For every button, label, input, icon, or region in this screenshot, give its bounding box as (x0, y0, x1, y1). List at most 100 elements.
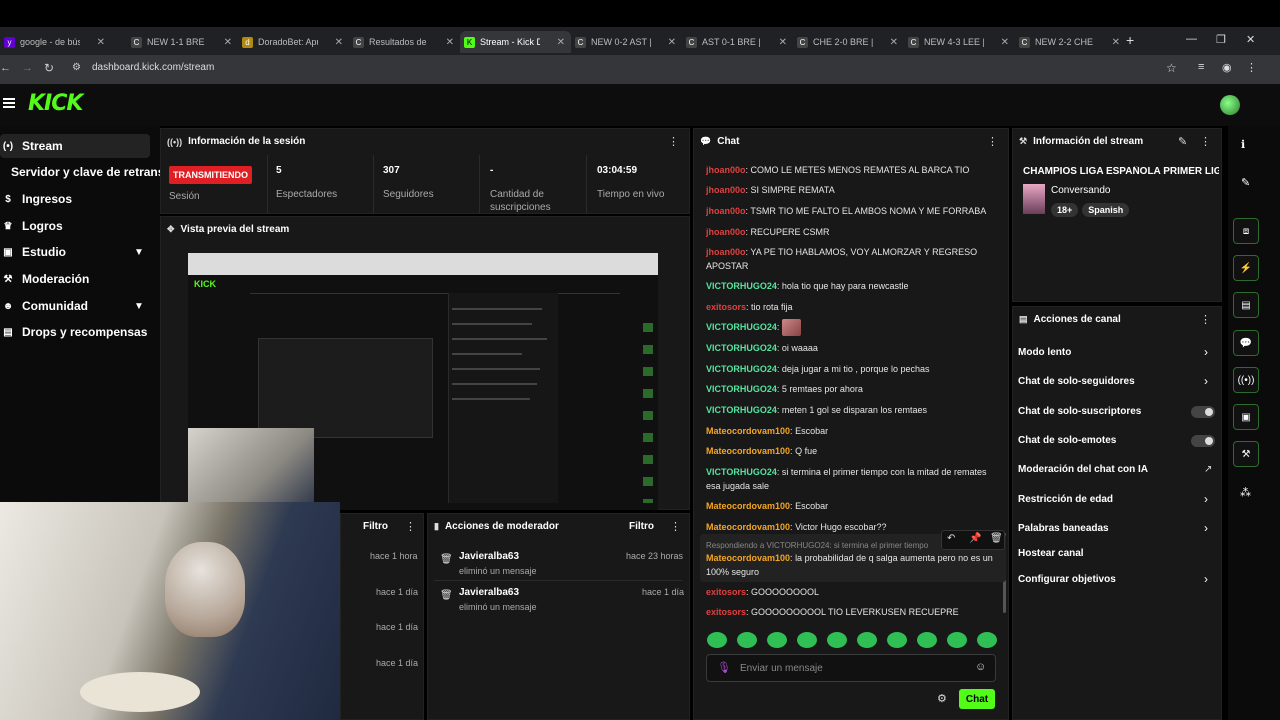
close-icon[interactable]: ✕ (446, 37, 454, 48)
followers-only-item[interactable]: Chat de solo-seguidores (1018, 376, 1135, 387)
chat-username[interactable]: VICTORHUGO24 (706, 467, 777, 477)
browser-tab[interactable]: y google - de búsq ✕ (0, 31, 111, 53)
close-icon[interactable]: ✕ (779, 37, 787, 48)
chat-username[interactable]: jhoan00o (706, 165, 746, 175)
chat-send-button[interactable]: Chat (959, 689, 995, 709)
emote-icon[interactable] (947, 632, 967, 648)
emote-icon[interactable] (917, 632, 937, 648)
more-options-icon[interactable]: ⋮ (405, 520, 416, 533)
chat-username[interactable]: jhoan00o (706, 247, 746, 257)
chat-username[interactable]: VICTORHUGO24 (706, 322, 777, 332)
chat-username[interactable]: Mateocordovam100 (706, 446, 790, 456)
close-icon[interactable]: ✕ (1112, 37, 1120, 48)
sidebar-item-stream[interactable]: (•) Stream (0, 134, 150, 158)
rail-button-capture[interactable]: ⧈ (1233, 218, 1259, 244)
emote-icon[interactable] (767, 632, 787, 648)
rail-button-lightning[interactable]: ⚡ (1233, 255, 1259, 281)
emote-icon[interactable] (707, 632, 727, 648)
emote-icon[interactable] (827, 632, 847, 648)
more-options-icon[interactable]: ⋮ (987, 135, 998, 148)
chevron-right-icon[interactable]: › (1204, 345, 1208, 359)
profile-icon[interactable]: ◉ (1222, 61, 1232, 74)
chevron-right-icon[interactable]: › (1204, 374, 1208, 388)
slow-mode-item[interactable]: Modo lento (1018, 347, 1071, 358)
close-icon[interactable]: ✕ (1001, 37, 1009, 48)
more-options-icon[interactable]: ⋮ (1200, 135, 1211, 148)
minimize-icon[interactable]: — (1186, 33, 1197, 45)
more-tools-icon[interactable]: ⁂ (1240, 486, 1251, 499)
more-options-icon[interactable]: ⋮ (670, 520, 681, 533)
moderator-name[interactable]: Javieralba63 (459, 551, 537, 562)
browser-tab[interactable]: C Resultados de fútb ✕ (349, 31, 460, 53)
rail-button-notes[interactable]: ▤ (1233, 292, 1259, 318)
rail-button-broadcast[interactable]: ((•)) (1233, 367, 1259, 393)
subscribers-only-toggle[interactable] (1191, 406, 1215, 418)
close-icon[interactable]: ✕ (335, 37, 343, 48)
sidebar-item-drops[interactable]: ▤ Drops y recompensas (0, 320, 147, 344)
chat-username[interactable]: Mateocordovam100 (706, 426, 790, 436)
filter-button[interactable]: Filtro (363, 521, 388, 532)
chat-username[interactable]: Mateocordovam100 (706, 553, 790, 563)
new-tab-icon[interactable]: + (1126, 32, 1134, 48)
more-options-icon[interactable]: ⋮ (1200, 313, 1211, 326)
browser-tab[interactable]: C AST 0-1 BRE | Ast ✕ (682, 31, 793, 53)
chat-username[interactable]: VICTORHUGO24 (706, 343, 777, 353)
chat-username[interactable]: jhoan00o (706, 206, 746, 216)
edit-icon[interactable]: ✎ (1178, 135, 1187, 148)
close-icon[interactable]: ✕ (557, 37, 565, 48)
emotes-only-toggle[interactable] (1191, 435, 1215, 447)
bookmark-star-icon[interactable]: ☆ (1166, 61, 1177, 75)
chat-username[interactable]: VICTORHUGO24 (706, 364, 777, 374)
emote-icon[interactable] (797, 632, 817, 648)
chat-settings-icon[interactable]: ⚙ (937, 692, 947, 705)
chat-username[interactable]: exitosors (706, 607, 746, 617)
emote-icon[interactable] (887, 632, 907, 648)
chat-username[interactable]: exitosors (706, 302, 746, 312)
chat-username[interactable]: Mateocordovam100 (706, 522, 790, 532)
close-icon[interactable]: ✕ (97, 37, 105, 48)
browser-tab[interactable]: C NEW 2-2 CHE | Ne ✕ (1015, 31, 1126, 53)
external-link-icon[interactable]: ↗ (1204, 464, 1212, 475)
goals-item[interactable]: Configurar objetivos (1018, 574, 1116, 585)
chat-username[interactable]: VICTORHUGO24 (706, 384, 777, 394)
sidebar-item-ingresos[interactable]: $ Ingresos (0, 187, 72, 211)
reading-list-icon[interactable]: ≡ (1198, 61, 1204, 73)
close-icon[interactable]: ✕ (890, 37, 898, 48)
rail-button-moderation[interactable]: ▣ (1233, 404, 1259, 430)
info-icon[interactable]: ℹ (1241, 138, 1245, 151)
banned-words-item[interactable]: Palabras baneadas (1018, 523, 1109, 534)
more-options-icon[interactable]: ⋮ (668, 135, 679, 148)
url-input[interactable]: dashboard.kick.com/stream (92, 62, 214, 73)
chat-username[interactable]: exitosors (706, 587, 746, 597)
browser-tab[interactable]: d DoradoBet: Apue ✕ (238, 31, 349, 53)
microphone-icon[interactable]: 🎙 (717, 661, 731, 674)
forward-icon[interactable]: → (22, 62, 33, 74)
back-icon[interactable]: ← (0, 62, 11, 74)
age-restriction-item[interactable]: Restricción de edad (1018, 494, 1113, 505)
browser-tab[interactable]: C CHE 2-0 BRE | Che ✕ (793, 31, 904, 53)
ai-moderation-item[interactable]: Moderación del chat con IA (1018, 464, 1148, 475)
sidebar-item-moderacion[interactable]: ⚒ Moderación (0, 267, 90, 291)
sidebar-item-estudio[interactable]: ▣ Estudio ▼ (0, 240, 150, 264)
window-close-icon[interactable]: ✕ (1246, 33, 1255, 46)
chevron-right-icon[interactable]: › (1204, 492, 1208, 506)
sidebar-item-logros[interactable]: ♛ Logros (0, 214, 63, 238)
chat-username[interactable]: jhoan00o (706, 227, 746, 237)
emoji-icon[interactable]: ☺ (975, 661, 986, 673)
browser-tab[interactable]: C NEW 1-1 BRE | Ne ✕ (127, 31, 238, 53)
chevron-down-icon[interactable]: ▼ (134, 247, 144, 258)
emote-icon[interactable] (857, 632, 877, 648)
moderator-name[interactable]: Javieralba63 (459, 587, 537, 598)
chevron-right-icon[interactable]: › (1204, 572, 1208, 586)
rail-button-chat[interactable]: 💬 (1233, 330, 1259, 356)
kick-logo[interactable]: KICK (28, 91, 83, 116)
browser-tab-active[interactable]: K Stream - Kick Das ✕ (460, 31, 571, 53)
chat-username[interactable]: VICTORHUGO24 (706, 405, 777, 415)
chat-input[interactable]: 🎙 Enviar un mensaje ☺ (706, 654, 996, 682)
rail-button-tools[interactable]: ⚒ (1233, 441, 1259, 467)
delete-icon[interactable]: 🗑 (990, 533, 1003, 544)
restore-icon[interactable]: ❐ (1216, 33, 1226, 46)
hamburger-menu-icon[interactable] (3, 98, 15, 108)
emote-icon[interactable] (737, 632, 757, 648)
close-icon[interactable]: ✕ (668, 37, 676, 48)
